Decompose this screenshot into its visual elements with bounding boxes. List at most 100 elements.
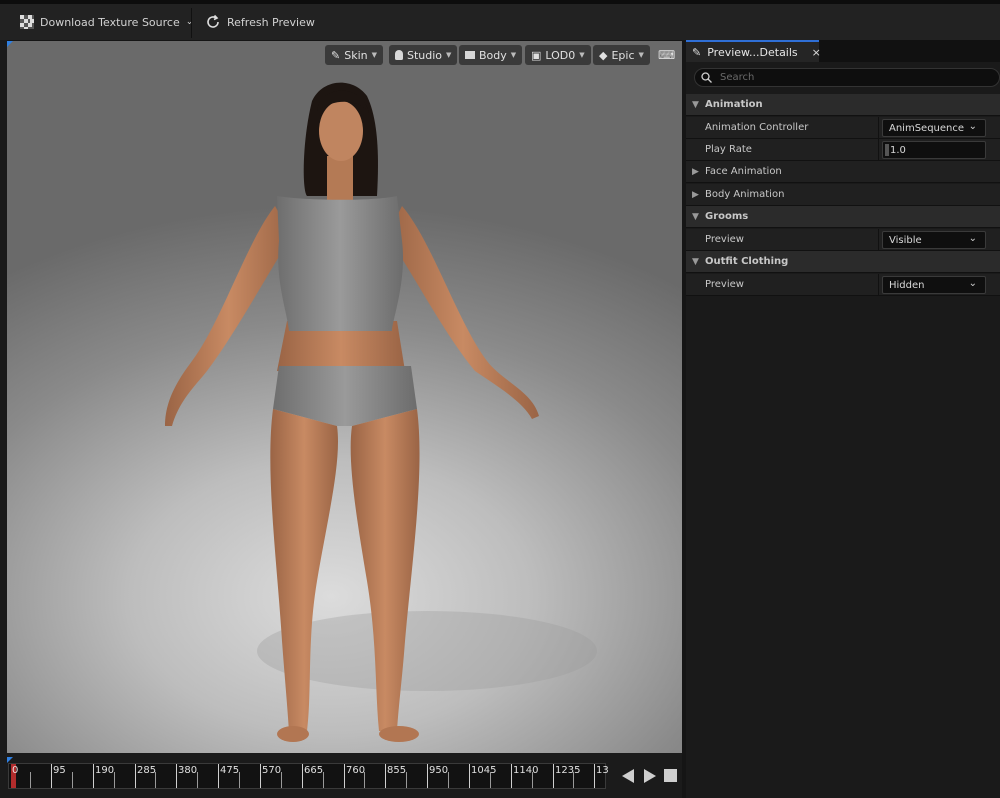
download-texture-source-label: Download Texture Source: [40, 15, 180, 29]
timeline-tick-label: 380: [178, 765, 198, 776]
animation-controller-dropdown[interactable]: AnimSequence ⌄: [882, 119, 986, 137]
section-grooms[interactable]: ▼ Grooms: [686, 206, 1000, 228]
timeline-minor-tick: [281, 772, 282, 788]
timeline-tick-label: 475: [220, 765, 240, 776]
property-play-rate: Play Rate 1.0: [686, 139, 1000, 161]
search-field[interactable]: [694, 68, 1000, 87]
tab-preview-details[interactable]: ✎ Preview...Details ×: [686, 40, 821, 62]
column-divider: [878, 117, 879, 139]
lightbulb-icon: [395, 50, 403, 60]
expand-arrow-icon: ▶: [692, 189, 699, 200]
timeline-tick-label: 950: [429, 765, 449, 776]
preview-viewport[interactable]: ✎ Skin ▼ Studio ▼ Body ▼ ▣ LOD0 ▼ ◆ Epic…: [7, 41, 682, 753]
chevron-down-icon: ▼: [579, 51, 585, 59]
play-forward-button[interactable]: [644, 769, 656, 786]
section-outfit-clothing[interactable]: ▼ Outfit Clothing: [686, 251, 1000, 273]
grooms-preview-label: Preview: [705, 234, 744, 245]
timeline-minor-tick: [197, 772, 198, 788]
download-texture-source-button[interactable]: Download Texture Source ⌄: [20, 4, 193, 40]
play-forward-icon: [644, 769, 656, 783]
current-frame-label: 0: [12, 765, 19, 776]
timeline-tick-label: 570: [262, 765, 282, 776]
play-reverse-icon: [622, 769, 634, 783]
pencil-icon: ✎: [692, 45, 702, 59]
stop-icon: [664, 769, 677, 782]
property-face-animation[interactable]: ▶ Face Animation: [686, 161, 1000, 183]
timeline-minor-tick: [406, 772, 407, 788]
search-icon: [701, 72, 712, 83]
stop-button[interactable]: [664, 769, 677, 785]
character-model: [165, 82, 597, 742]
column-divider: [878, 274, 879, 296]
face-animation-label: Face Animation: [705, 166, 782, 177]
timeline-tick-label: 1235: [555, 765, 581, 776]
top-toolbar: Download Texture Source ⌄ Refresh Previe…: [0, 0, 1000, 40]
collapse-arrow-icon: ▼: [692, 99, 699, 110]
section-animation[interactable]: ▼ Animation: [686, 94, 1000, 116]
cube-icon: ▣: [531, 48, 542, 62]
property-body-animation[interactable]: ▶ Body Animation: [686, 184, 1000, 206]
timeline-minor-tick: [30, 772, 31, 788]
left-edge-strip: [0, 40, 7, 798]
timeline-major-tick: [427, 764, 428, 788]
collapse-arrow-icon: ▼: [692, 256, 699, 267]
refresh-preview-button[interactable]: Refresh Preview: [205, 4, 315, 40]
search-input[interactable]: [718, 71, 982, 84]
play-reverse-button[interactable]: [622, 769, 634, 786]
camera-icon: [465, 51, 475, 59]
grooms-preview-dropdown[interactable]: Visible ⌄: [882, 231, 986, 249]
refresh-icon: [207, 14, 219, 28]
quality-label: Epic: [611, 48, 635, 62]
timeline-minor-tick: [448, 772, 449, 788]
timeline-major-tick: [469, 764, 470, 788]
animation-controller-value: AnimSequence: [889, 122, 965, 134]
timeline-major-tick: [385, 764, 386, 788]
timeline-major-tick: [176, 764, 177, 788]
lod-label: LOD0: [545, 48, 576, 62]
outfit-preview-dropdown[interactable]: Hidden ⌄: [882, 276, 986, 294]
chevron-down-icon: ⌄: [968, 233, 977, 244]
refresh-preview-label: Refresh Preview: [227, 15, 315, 29]
timeline-minor-tick: [573, 772, 574, 788]
timeline-tick-label: 190: [95, 765, 115, 776]
keyboard-button[interactable]: ⌨: [655, 45, 678, 65]
skin-brush-icon: ✎: [331, 48, 341, 62]
timeline-major-tick: [93, 764, 94, 788]
timeline-ruler[interactable]: 0 95 190 285 380 475 570 665 760 855 950 1045 1140 1…: [8, 763, 609, 789]
slider-handle[interactable]: [885, 144, 889, 156]
timeline-major-tick: [218, 764, 219, 788]
timeline-minor-tick: [364, 772, 365, 788]
studio-dropdown[interactable]: Studio ▼: [389, 45, 458, 65]
timeline-major-tick: [302, 764, 303, 788]
lod-dropdown[interactable]: ▣ LOD0 ▼: [525, 45, 591, 65]
body-dropdown[interactable]: Body ▼: [459, 45, 523, 65]
toolbar-divider: [191, 8, 192, 38]
timeline-tick-label: 665: [304, 765, 324, 776]
timeline-major-tick: [260, 764, 261, 788]
play-rate-input[interactable]: 1.0: [882, 141, 986, 159]
timeline-minor-tick: [532, 772, 533, 788]
animation-controller-label: Animation Controller: [705, 122, 809, 133]
collapse-arrow-icon: ▼: [692, 211, 699, 222]
skin-label: Skin: [344, 48, 368, 62]
timeline-major-tick: [135, 764, 136, 788]
quality-dropdown[interactable]: ◆ Epic ▼: [593, 45, 650, 65]
chevron-down-icon: ▼: [446, 51, 452, 59]
timeline-tick-label: 13: [596, 765, 609, 776]
property-outfit-preview: Preview Hidden ⌄: [686, 274, 1000, 296]
chevron-down-icon: ▼: [371, 51, 377, 59]
chevron-down-icon: ⌄: [968, 278, 977, 289]
timeline-tick-label: 1140: [513, 765, 539, 776]
timeline-major-tick: [51, 764, 52, 788]
section-outfit-label: Outfit Clothing: [705, 256, 789, 267]
timeline-tick-label: 1045: [471, 765, 497, 776]
timeline-minor-tick: [490, 772, 491, 788]
timeline-minor-tick: [72, 772, 73, 788]
play-rate-value: 1.0: [890, 144, 906, 156]
outfit-preview-value: Hidden: [889, 279, 925, 291]
studio-label: Studio: [407, 48, 443, 62]
timeline-tick-label: 285: [137, 765, 157, 776]
timeline-major-tick: [594, 764, 595, 788]
close-icon[interactable]: ×: [812, 46, 821, 59]
skin-dropdown[interactable]: ✎ Skin ▼: [325, 45, 383, 65]
